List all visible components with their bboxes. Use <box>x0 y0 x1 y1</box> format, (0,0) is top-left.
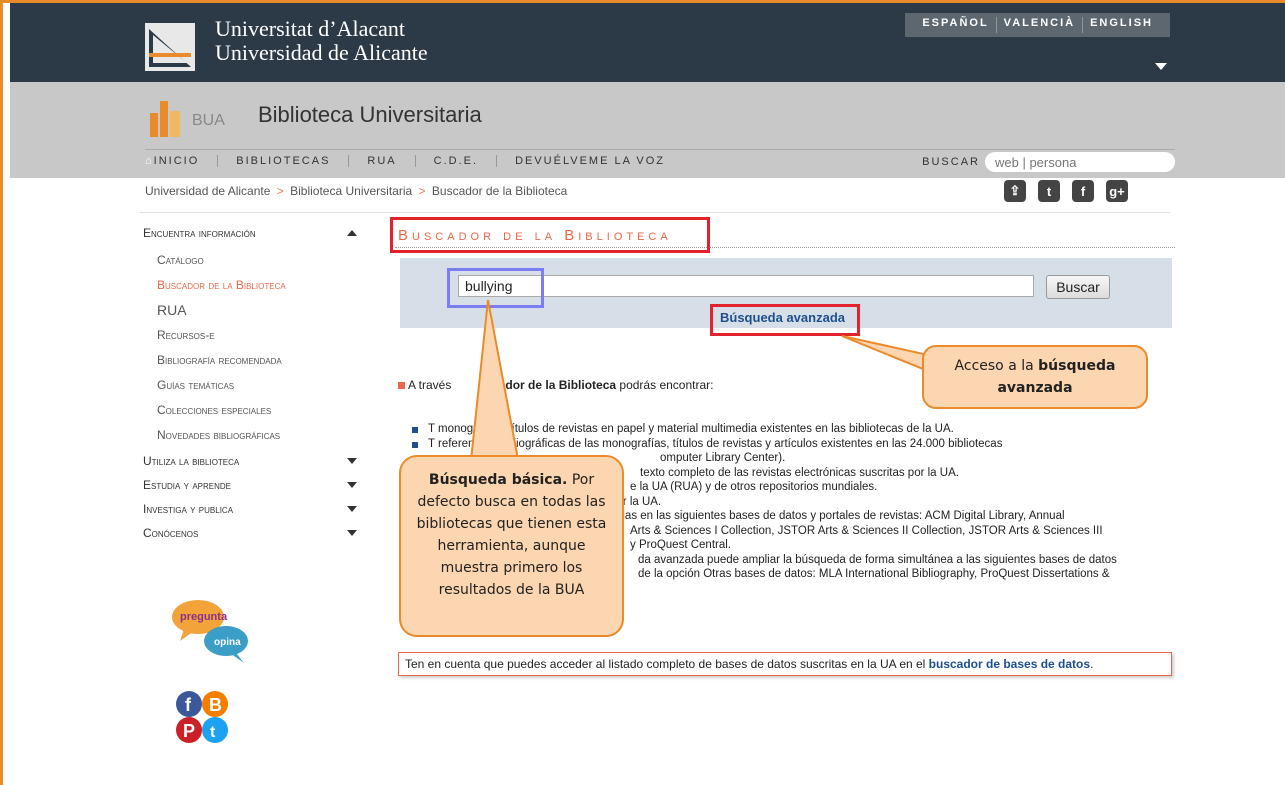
advanced-callout-prefix: Acceso a la <box>954 358 1039 374</box>
basic-search-callout: Búsqueda básica. Por defecto busca en to… <box>399 455 624 637</box>
advanced-search-callout: Acceso a la búsqueda avanzada <box>922 345 1148 409</box>
basic-callout-pointer <box>468 299 522 471</box>
basic-callout-bold: Búsqueda básica. <box>428 472 568 488</box>
basic-callout-text: Por defecto busca en todas las bibliotec… <box>416 472 607 598</box>
